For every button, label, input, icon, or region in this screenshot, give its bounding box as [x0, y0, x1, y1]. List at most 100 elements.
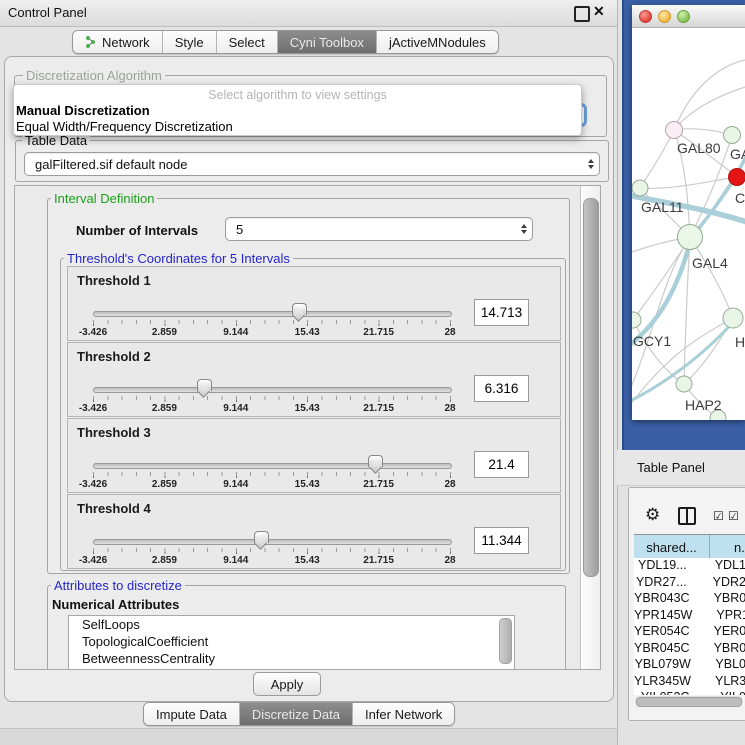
apply-button[interactable]: Apply: [253, 672, 321, 696]
attributes-group: Attributes to discretize Numerical Attri…: [47, 585, 566, 670]
close-icon[interactable]: ✕: [593, 3, 605, 20]
tab-infer-network[interactable]: Infer Network: [352, 703, 454, 725]
table-row[interactable]: YER054CYER0: [634, 624, 745, 641]
split-view-icon[interactable]: [678, 507, 696, 525]
threshold-3-slider[interactable]: -3.426 2.859 9.144 15.43 21.715 28: [93, 461, 450, 491]
threshold-2-value-field[interactable]: 6.316: [474, 375, 529, 402]
list-scrollbar[interactable]: [499, 618, 512, 664]
table-horizontal-scrollbar-thumb[interactable]: [636, 697, 742, 707]
cell-shared-name[interactable]: YBL079W: [634, 657, 691, 674]
column-header-shared-name[interactable]: shared...: [634, 535, 710, 559]
threshold-1-slider[interactable]: -3.426 2.859 9.144 15.43 21.715 28: [93, 309, 450, 339]
dropdown-option-manual-discretization[interactable]: Manual Discretization: [16, 103, 150, 118]
tick-label: 9.144: [223, 327, 248, 338]
gear-icon[interactable]: ⚙: [645, 505, 660, 525]
cell-name[interactable]: YPR1: [692, 608, 745, 625]
cell-name[interactable]: YER0: [690, 624, 745, 641]
table-row[interactable]: YLR345WYLR3: [634, 674, 745, 691]
cell-shared-name[interactable]: YDL19...: [634, 558, 691, 575]
cell-shared-name[interactable]: YPR145W: [634, 608, 692, 625]
tab-style[interactable]: Style: [162, 31, 216, 53]
cell-name[interactable]: YBR0: [690, 591, 745, 608]
table-row[interactable]: YIL052CYIL0: [634, 690, 745, 695]
slider-handle[interactable]: [254, 531, 269, 543]
dropdown-option-equal-width-frequency[interactable]: Equal Width/Frequency Discretization: [16, 119, 233, 134]
numerical-attributes-list[interactable]: SelfLoops TopologicalCoefficient Between…: [68, 615, 515, 670]
tick-label: 15.43: [295, 555, 320, 566]
table-row[interactable]: YBR045CYBR0: [634, 641, 745, 658]
number-of-intervals-combobox[interactable]: 5: [225, 217, 533, 241]
threshold-2-panel: Threshold 2 -3.426 2.859 9.144: [67, 342, 561, 417]
threshold-4-slider[interactable]: -3.426 2.859 9.144 15.43 21.715 28: [93, 537, 450, 567]
table-row[interactable]: YPR145WYPR1: [634, 608, 745, 625]
table-row[interactable]: YBR043CYBR0: [634, 591, 745, 608]
checkbox-icon[interactable]: ☑: [728, 509, 739, 523]
list-item[interactable]: BetweennessCentrality: [69, 650, 514, 667]
control-panel-window: Control Panel ✕ Network Style: [0, 0, 618, 745]
slider-track[interactable]: [93, 539, 452, 545]
cell-shared-name[interactable]: YBR045C: [634, 641, 690, 658]
node-gal11[interactable]: [632, 180, 648, 196]
stepper-icon[interactable]: [516, 224, 532, 234]
column-header-name[interactable]: n...: [710, 535, 745, 559]
tick-label: -3.426: [79, 327, 107, 338]
threshold-1-value-field[interactable]: 14.713: [474, 299, 529, 326]
slider-handle[interactable]: [292, 303, 307, 315]
tab-cyni-toolbox[interactable]: Cyni Toolbox: [277, 31, 376, 53]
checkbox-icon[interactable]: ☑: [713, 509, 724, 523]
network-canvas[interactable]: GAL80 GA GAL11 C GAL4 GCY1 H HAP2: [632, 27, 745, 420]
node-h[interactable]: [723, 308, 743, 328]
node-ga[interactable]: [724, 127, 741, 144]
threshold-4-value-field[interactable]: 11.344: [474, 527, 529, 554]
minimize-traffic-light[interactable]: [658, 10, 671, 23]
zoom-traffic-light[interactable]: [677, 10, 690, 23]
cell-shared-name[interactable]: YIL052C: [634, 690, 696, 695]
tab-select[interactable]: Select: [216, 31, 277, 53]
cell-name[interactable]: YBL0: [691, 657, 745, 674]
slider-handle[interactable]: [197, 379, 212, 391]
cell-shared-name[interactable]: YBR043C: [634, 591, 690, 608]
slider-track[interactable]: [93, 387, 452, 393]
slider-track[interactable]: [93, 311, 452, 317]
table-row[interactable]: YBL079WYBL0: [634, 657, 745, 674]
close-traffic-light[interactable]: [639, 10, 652, 23]
tab-discretize-data[interactable]: Discretize Data: [239, 703, 352, 725]
panel-scrollbar-thumb[interactable]: [583, 198, 599, 577]
table-data-combobox[interactable]: galFiltered.sif default node: [24, 152, 600, 176]
tab-network[interactable]: Network: [73, 31, 162, 53]
panel-scrollbar[interactable]: [580, 186, 600, 669]
node-hap2[interactable]: [676, 376, 692, 392]
slider-tick-labels: -3.426 2.859 9.144 15.43 21.715 28: [93, 327, 450, 339]
cell-name[interactable]: YDL1: [691, 558, 745, 575]
node-gal80[interactable]: [666, 122, 683, 139]
list-item[interactable]: SelfLoops: [69, 616, 514, 633]
threshold-3-value-field[interactable]: 21.4: [474, 451, 529, 478]
cell-name[interactable]: YIL0: [696, 690, 745, 695]
cell-name[interactable]: YLR3: [691, 674, 745, 691]
node-selected-red[interactable]: [729, 169, 745, 186]
float-window-icon[interactable]: [574, 6, 590, 22]
cell-name[interactable]: YDR2: [689, 575, 745, 592]
table-data-group: Table Data galFiltered.sif default node: [15, 140, 609, 182]
numerical-attributes-label: Numerical Attributes: [52, 597, 179, 612]
cell-shared-name[interactable]: YER054C: [634, 624, 690, 641]
table-row[interactable]: YDL19...YDL1: [634, 558, 745, 575]
slider-handle[interactable]: [368, 455, 383, 467]
cell-shared-name[interactable]: YLR345W: [634, 674, 691, 691]
stepper-icon[interactable]: [583, 159, 599, 169]
list-item[interactable]: TopologicalCoefficient: [69, 633, 514, 650]
table-row[interactable]: YDR27...YDR2: [634, 575, 745, 592]
tab-network-label: Network: [102, 35, 150, 50]
threshold-2-slider[interactable]: -3.426 2.859 9.144 15.43 21.715 28: [93, 385, 450, 415]
tab-impute-data[interactable]: Impute Data: [144, 703, 239, 725]
table-horizontal-scrollbar[interactable]: [635, 696, 743, 706]
cell-shared-name[interactable]: YDR27...: [634, 575, 689, 592]
node-gal4[interactable]: [678, 225, 703, 250]
node-label: GCY1: [633, 333, 671, 349]
cell-name[interactable]: YBR0: [690, 641, 745, 658]
tab-jactivemodules[interactable]: jActiveMNodules: [376, 31, 498, 53]
node-gcy1[interactable]: [632, 312, 641, 328]
slider-track[interactable]: [93, 463, 452, 469]
table-body: YDL19...YDL1 YDR27...YDR2 YBR043CYBR0 YP…: [634, 558, 745, 695]
tick-label: -3.426: [79, 555, 107, 566]
